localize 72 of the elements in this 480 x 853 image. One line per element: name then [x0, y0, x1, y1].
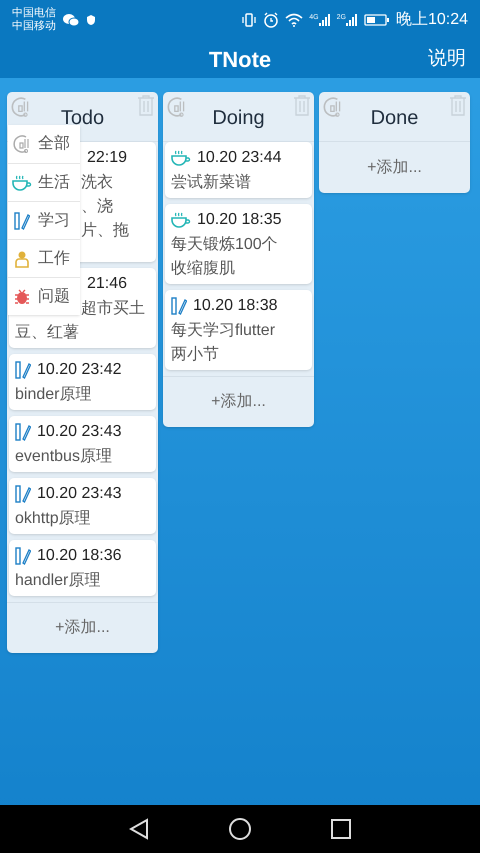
chat-icon — [62, 13, 80, 27]
menu-item[interactable]: 工作 — [8, 239, 80, 277]
shield-icon — [86, 14, 96, 26]
person-icon — [12, 250, 32, 268]
note-time: 10.20 18:35 — [197, 210, 282, 230]
recents-icon[interactable] — [330, 819, 351, 839]
alarm-icon — [263, 12, 280, 28]
ruler-pencil-icon — [15, 361, 31, 379]
cup-icon — [171, 150, 191, 166]
cup-icon — [171, 212, 191, 228]
ruler-pencil-icon — [15, 547, 31, 565]
note-card[interactable]: 10.20 18:38 每天学习flutter 两小节 — [165, 290, 312, 370]
note-time: 10.20 23:42 — [37, 360, 122, 380]
signal-icon — [318, 14, 331, 26]
note-time: 10.20 18:36 — [37, 546, 122, 566]
all-filter-button[interactable] — [11, 96, 31, 118]
note-text: okhttp原理 — [15, 509, 91, 529]
note-card[interactable]: 10.20 18:35 每天锻炼100个 收缩腹肌 — [165, 204, 312, 284]
note-time: 10.20 18:38 — [193, 296, 278, 316]
add-button[interactable]: +添加... — [211, 390, 266, 414]
all-filter-button[interactable] — [323, 96, 343, 118]
cup-icon — [12, 174, 32, 190]
note-text: 尝试新菜谱 — [171, 172, 251, 193]
menu-item[interactable]: 生活 — [8, 163, 80, 201]
note-card[interactable]: 10.20 23:43 okhttp原理 — [9, 478, 156, 534]
add-button[interactable]: +添加... — [367, 156, 422, 180]
note-text: 、浇 — [81, 196, 113, 217]
column-title: Doing — [212, 106, 265, 130]
note-text: 收缩腹肌 — [171, 258, 235, 279]
note-text: binder原理 — [15, 385, 92, 405]
vibrate-icon — [241, 13, 258, 27]
ruler-pencil-icon — [171, 297, 187, 315]
trash-button[interactable] — [293, 94, 311, 116]
note-text: 超市买土 — [81, 298, 145, 319]
app-title: TNote — [208, 46, 272, 74]
note-text: 每天学习flutter — [171, 321, 276, 341]
wifi-icon — [285, 13, 304, 27]
note-time: 10.20 23:43 — [37, 422, 122, 442]
signal-icon — [346, 14, 358, 26]
note-card[interactable]: 10.20 23:43 eventbus原理 — [9, 416, 156, 472]
carrier-name: 中国移动 — [12, 20, 56, 33]
ruler-pencil-icon — [15, 485, 31, 503]
note-text: eventbus原理 — [15, 447, 112, 467]
clock-time: 晚上10:24 — [396, 10, 468, 30]
note-text: 每天锻炼100个 — [171, 235, 278, 255]
bug-icon — [12, 288, 32, 306]
help-button[interactable]: 说明 — [428, 44, 466, 74]
column-title: Done — [370, 106, 418, 130]
note-time: 10.20 23:43 — [37, 484, 122, 504]
note-card[interactable]: 10.20 23:42 binder原理 — [9, 354, 156, 410]
add-button[interactable]: +添加... — [55, 616, 110, 640]
note-text: 豆、红薯 — [15, 322, 79, 343]
note-time: 22:19 — [87, 148, 128, 168]
note-text: 洗衣 — [81, 172, 113, 193]
trash-button[interactable] — [449, 94, 467, 116]
carrier-name: 中国电信 — [12, 7, 56, 20]
note-card[interactable]: 10.20 18:36 handler原理 — [9, 540, 156, 596]
menu-item[interactable]: 学习 — [8, 201, 80, 239]
note-text: handler原理 — [15, 571, 100, 591]
note-card[interactable]: 10.20 23:44 尝试新菜谱 — [165, 142, 312, 198]
note-text: 两小节 — [171, 344, 219, 365]
all-filter-button[interactable] — [167, 96, 187, 118]
back-icon[interactable] — [129, 818, 150, 840]
note-text: 片、拖 — [81, 220, 129, 241]
ruler-pencil-icon — [12, 212, 32, 230]
ruler-pencil-icon — [15, 423, 31, 441]
note-time: 10.20 23:44 — [197, 148, 282, 168]
menu-item[interactable]: 问题 — [8, 277, 80, 315]
battery-icon — [364, 14, 390, 26]
home-icon[interactable] — [228, 817, 252, 841]
trash-button[interactable] — [137, 94, 155, 116]
note-time: 21:46 — [87, 274, 128, 294]
